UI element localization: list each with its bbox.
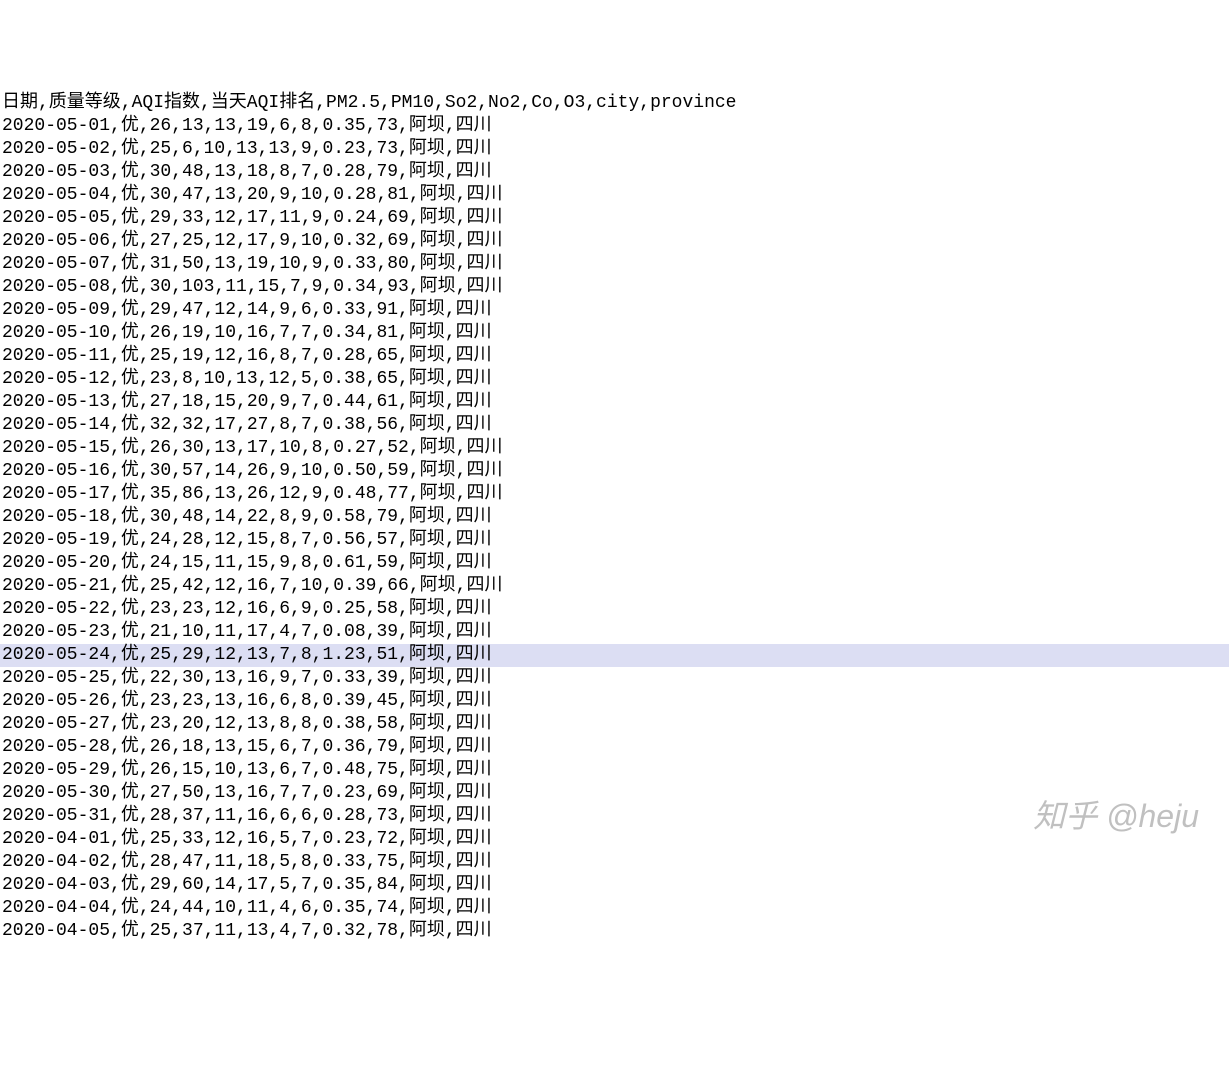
csv-data-line: 2020-05-28,优,26,18,13,15,6,7,0.36,79,阿坝,… (0, 736, 1229, 759)
csv-data-line: 2020-05-01,优,26,13,13,19,6,8,0.35,73,阿坝,… (0, 115, 1229, 138)
csv-data-line: 2020-05-10,优,26,19,10,16,7,7,0.34,81,阿坝,… (0, 322, 1229, 345)
csv-data-line: 2020-05-21,优,25,42,12,16,7,10,0.39,66,阿坝… (0, 575, 1229, 598)
csv-header-line: 日期,质量等级,AQI指数,当天AQI排名,PM2.5,PM10,So2,No2… (0, 92, 1229, 115)
csv-data-line: 2020-05-18,优,30,48,14,22,8,9,0.58,79,阿坝,… (0, 506, 1229, 529)
csv-data-line: 2020-05-27,优,23,20,12,13,8,8,0.38,58,阿坝,… (0, 713, 1229, 736)
csv-data-line: 2020-05-25,优,22,30,13,16,9,7,0.33,39,阿坝,… (0, 667, 1229, 690)
csv-text-view: 日期,质量等级,AQI指数,当天AQI排名,PM2.5,PM10,So2,No2… (0, 92, 1229, 943)
csv-data-line: 2020-05-20,优,24,15,11,15,9,8,0.61,59,阿坝,… (0, 552, 1229, 575)
csv-data-line: 2020-05-22,优,23,23,12,16,6,9,0.25,58,阿坝,… (0, 598, 1229, 621)
csv-data-line: 2020-05-15,优,26,30,13,17,10,8,0.27,52,阿坝… (0, 437, 1229, 460)
csv-data-line: 2020-05-12,优,23,8,10,13,12,5,0.38,65,阿坝,… (0, 368, 1229, 391)
csv-data-line: 2020-05-06,优,27,25,12,17,9,10,0.32,69,阿坝… (0, 230, 1229, 253)
csv-data-line: 2020-05-08,优,30,103,11,15,7,9,0.34,93,阿坝… (0, 276, 1229, 299)
csv-data-line: 2020-04-02,优,28,47,11,18,5,8,0.33,75,阿坝,… (0, 851, 1229, 874)
csv-data-line: 2020-05-17,优,35,86,13,26,12,9,0.48,77,阿坝… (0, 483, 1229, 506)
csv-data-line: 2020-05-07,优,31,50,13,19,10,9,0.33,80,阿坝… (0, 253, 1229, 276)
csv-data-line: 2020-05-09,优,29,47,12,14,9,6,0.33,91,阿坝,… (0, 299, 1229, 322)
csv-data-line: 2020-05-05,优,29,33,12,17,11,9,0.24,69,阿坝… (0, 207, 1229, 230)
csv-data-line: 2020-05-23,优,21,10,11,17,4,7,0.08,39,阿坝,… (0, 621, 1229, 644)
csv-data-line: 2020-05-30,优,27,50,13,16,7,7,0.23,69,阿坝,… (0, 782, 1229, 805)
csv-data-line: 2020-05-24,优,25,29,12,13,7,8,1.23,51,阿坝,… (0, 644, 1229, 667)
csv-data-line: 2020-05-29,优,26,15,10,13,6,7,0.48,75,阿坝,… (0, 759, 1229, 782)
csv-data-line: 2020-05-14,优,32,32,17,27,8,7,0.38,56,阿坝,… (0, 414, 1229, 437)
csv-data-line: 2020-05-19,优,24,28,12,15,8,7,0.56,57,阿坝,… (0, 529, 1229, 552)
csv-data-line: 2020-04-03,优,29,60,14,17,5,7,0.35,84,阿坝,… (0, 874, 1229, 897)
csv-data-line: 2020-05-13,优,27,18,15,20,9,7,0.44,61,阿坝,… (0, 391, 1229, 414)
csv-data-line: 2020-05-04,优,30,47,13,20,9,10,0.28,81,阿坝… (0, 184, 1229, 207)
csv-data-line: 2020-04-05,优,25,37,11,13,4,7,0.32,78,阿坝,… (0, 920, 1229, 943)
csv-data-line: 2020-05-16,优,30,57,14,26,9,10,0.50,59,阿坝… (0, 460, 1229, 483)
csv-data-line: 2020-04-04,优,24,44,10,11,4,6,0.35,74,阿坝,… (0, 897, 1229, 920)
csv-data-line: 2020-05-03,优,30,48,13,18,8,7,0.28,79,阿坝,… (0, 161, 1229, 184)
csv-data-line: 2020-04-01,优,25,33,12,16,5,7,0.23,72,阿坝,… (0, 828, 1229, 851)
csv-data-line: 2020-05-26,优,23,23,13,16,6,8,0.39,45,阿坝,… (0, 690, 1229, 713)
csv-data-line: 2020-05-02,优,25,6,10,13,13,9,0.23,73,阿坝,… (0, 138, 1229, 161)
csv-data-line: 2020-05-31,优,28,37,11,16,6,6,0.28,73,阿坝,… (0, 805, 1229, 828)
csv-data-line: 2020-05-11,优,25,19,12,16,8,7,0.28,65,阿坝,… (0, 345, 1229, 368)
